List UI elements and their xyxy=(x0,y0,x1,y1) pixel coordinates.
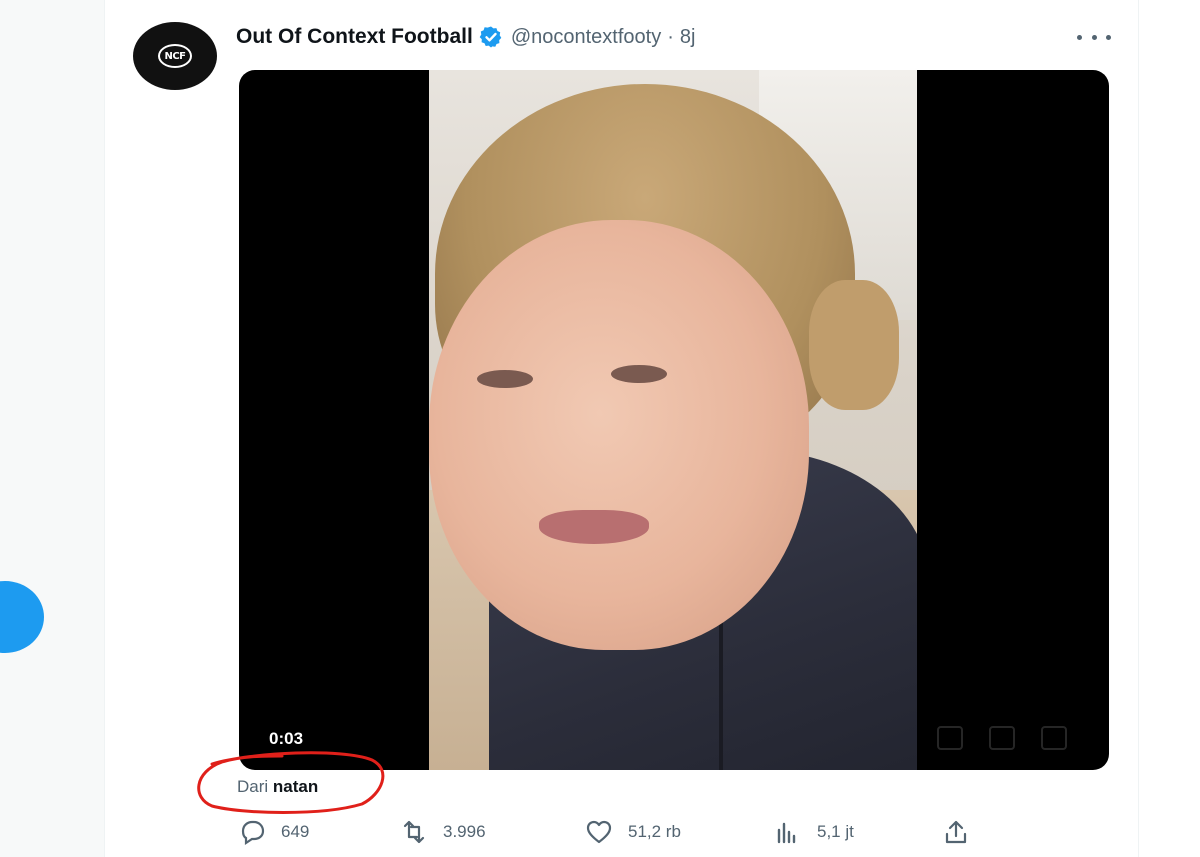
avatar-logo: NCF xyxy=(158,44,192,68)
caption-source-link[interactable]: natan xyxy=(273,777,318,796)
right-area xyxy=(1139,0,1200,857)
retweet-icon xyxy=(403,820,425,844)
video-timestamp: 0:03 xyxy=(265,727,308,751)
views-count: 5,1 jt xyxy=(817,822,854,841)
more-dots-icon[interactable] xyxy=(1077,26,1111,48)
settings-icon[interactable] xyxy=(989,726,1015,750)
avatar[interactable]: NCF xyxy=(133,22,217,90)
heart-icon xyxy=(586,820,612,844)
video-frame xyxy=(429,70,917,770)
like-count: 51,2 rb xyxy=(628,822,681,841)
like-button[interactable]: 51,2 rb xyxy=(584,818,681,846)
video-player[interactable]: 0:03 xyxy=(239,70,1109,770)
tweet[interactable]: NCF Out Of Context Football @nocontextfo… xyxy=(105,0,1138,857)
tweet-caption: Dari natan xyxy=(237,777,318,797)
subtitles-icon[interactable] xyxy=(937,726,963,750)
views-button[interactable]: 5,1 jt xyxy=(773,818,854,846)
compose-button[interactable] xyxy=(0,581,44,653)
reply-count: 649 xyxy=(281,822,310,841)
tweet-header: Out Of Context Football @nocontextfooty … xyxy=(236,22,695,52)
caption-prefix: Dari xyxy=(237,777,269,796)
handle[interactable]: @nocontextfooty xyxy=(511,26,661,49)
verified-badge-icon xyxy=(479,26,502,48)
fullscreen-icon[interactable] xyxy=(1041,726,1067,750)
share-button[interactable] xyxy=(941,818,971,846)
retweet-button[interactable]: 3.996 xyxy=(399,818,486,846)
left-nav-area xyxy=(0,0,104,857)
share-icon xyxy=(945,820,967,844)
separator-dot: · xyxy=(667,25,674,48)
tweet-time[interactable]: 8j xyxy=(680,26,696,49)
views-chart-icon xyxy=(777,822,796,844)
reply-button[interactable]: 649 xyxy=(237,818,309,846)
video-controls[interactable] xyxy=(937,726,1067,750)
retweet-count: 3.996 xyxy=(443,822,486,841)
reply-icon xyxy=(241,820,265,846)
display-name[interactable]: Out Of Context Football xyxy=(236,25,473,49)
tweet-actions: 649 3.996 51,2 rb 5,1 jt xyxy=(105,812,1138,852)
